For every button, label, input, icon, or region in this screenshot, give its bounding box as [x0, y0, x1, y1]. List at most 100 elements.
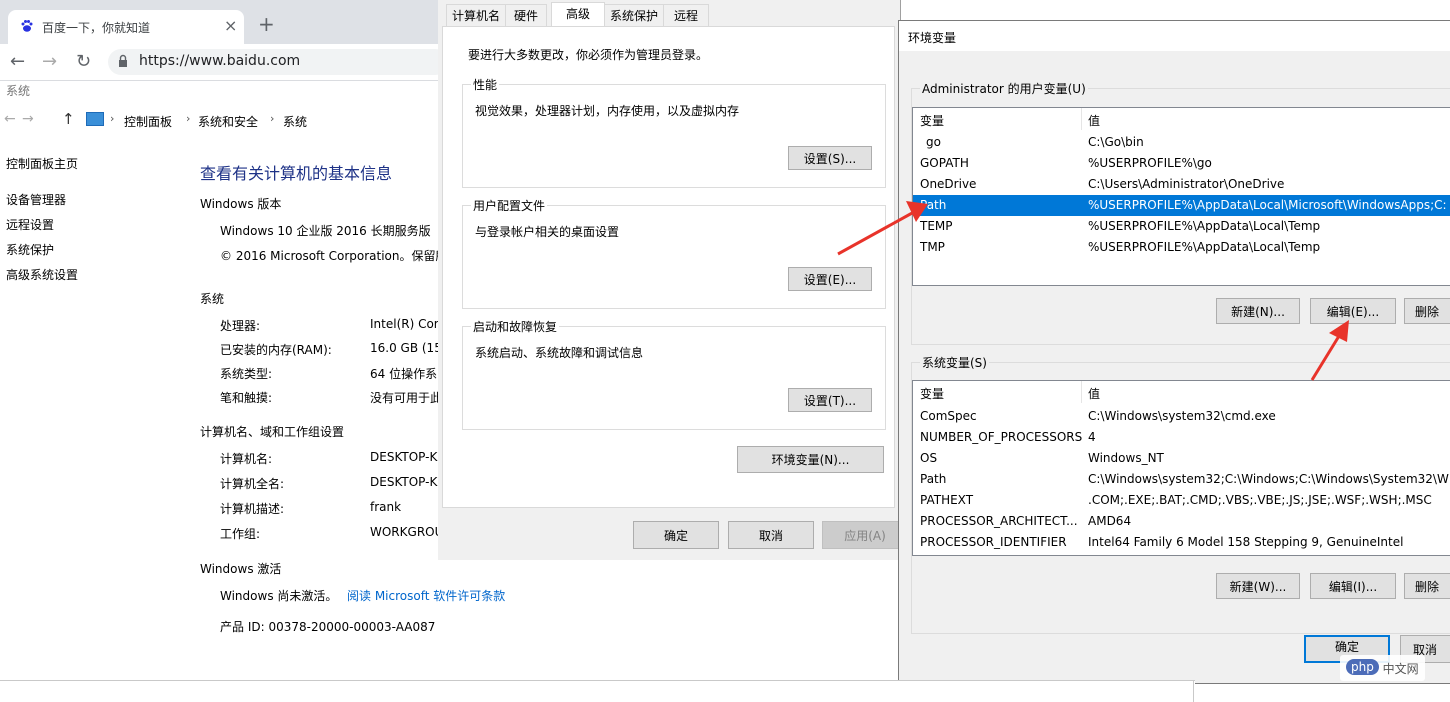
info-value: 没有可用于此 [370, 391, 443, 405]
info-label: 计算机名: [220, 452, 273, 466]
group-startup-recovery: 启动和故障恢复 系统启动、系统故障和调试信息 设置(T)... [462, 318, 886, 430]
performance-settings-button[interactable]: 设置(S)... [788, 146, 872, 170]
info-value: 16.0 GB (15 [370, 341, 442, 355]
license-terms-link[interactable]: 阅读 Microsoft 软件许可条款 [347, 587, 505, 604]
user-variables-list[interactable]: 变量 值 go C:\Go\bin GOPATH %USERPROFILE%\g… [912, 107, 1450, 286]
environment-variables-dialog: 环境变量 Administrator 的用户变量(U) 变量 值 go C:\G… [898, 20, 1450, 684]
apply-button[interactable]: 应用(A) [822, 521, 900, 549]
list-item[interactable]: GOPATH %USERPROFILE%\go [913, 153, 1450, 174]
tab-hardware[interactable]: 硬件 [505, 4, 547, 27]
info-label: 系统类型: [220, 367, 273, 381]
var-value: C:\Users\Administrator\OneDrive [1088, 177, 1285, 191]
sidebar-system-protection[interactable]: 系统保护 [6, 241, 54, 258]
profile-settings-button[interactable]: 设置(E)... [788, 267, 872, 291]
list-item[interactable]: PATHEXT .COM;.EXE;.BAT;.CMD;.VBS;.VBE;.J… [913, 490, 1450, 511]
cancel-button[interactable]: 取消 [728, 521, 814, 549]
sidebar-device-manager[interactable]: 设备管理器 [6, 191, 66, 208]
var-value: C:\Windows\system32\cmd.exe [1088, 409, 1276, 423]
page-title: 查看有关计算机的基本信息 [200, 164, 393, 183]
breadcrumb-separator-icon: › [110, 112, 115, 125]
system-delete-button[interactable]: 删除 [1404, 573, 1450, 599]
sidebar-remote-settings[interactable]: 远程设置 [6, 216, 54, 233]
browser-tabstrip: 百度一下，你就知道 × + [0, 0, 440, 44]
sidebar-advanced-settings[interactable]: 高级系统设置 [6, 266, 78, 283]
close-tab-icon[interactable]: × [224, 16, 237, 35]
list-item-selected[interactable]: Path %USERPROFILE%\AppData\Local\Microso… [913, 195, 1450, 216]
user-edit-button[interactable]: 编辑(E)... [1310, 298, 1396, 324]
var-value: %USERPROFILE%\AppData\Local\Microsoft\Wi… [1088, 198, 1447, 212]
tab-remote[interactable]: 远程 [663, 4, 709, 27]
var-name: TEMP [920, 219, 953, 233]
list-header: 变量 值 [913, 108, 1450, 130]
php-logo-icon: php [1346, 659, 1379, 675]
group-title: 启动和故障恢复 [471, 318, 560, 335]
list-item[interactable]: TMP %USERPROFILE%\AppData\Local\Temp [913, 237, 1450, 258]
tab-computer-name[interactable]: 计算机名 [446, 4, 506, 27]
sidebar-control-panel-home[interactable]: 控制面板主页 [6, 155, 78, 172]
edition-name: Windows 10 企业版 2016 长期服务版 [220, 224, 431, 238]
breadcrumb-system[interactable]: 系统 [283, 113, 307, 130]
info-value: DESKTOP-K [370, 475, 438, 489]
var-name: PROCESSOR_IDENTIFIER [920, 535, 1067, 549]
list-header: 变量 值 [913, 381, 1450, 403]
system-edit-button[interactable]: 编辑(I)... [1310, 573, 1396, 599]
list-item[interactable]: PROCESSOR_ARCHITECT... AMD64 [913, 511, 1450, 532]
column-value[interactable]: 值 [1088, 112, 1100, 129]
new-tab-icon[interactable]: + [258, 12, 275, 36]
breadcrumb-system-security[interactable]: 系统和安全 [198, 113, 258, 130]
forward-arrow-icon[interactable]: → [42, 51, 57, 72]
list-item[interactable]: OneDrive C:\Users\Administrator\OneDrive [913, 174, 1450, 195]
user-delete-button[interactable]: 删除 [1404, 298, 1450, 324]
list-item[interactable]: go C:\Go\bin [913, 132, 1450, 153]
tab-advanced[interactable]: 高级 [551, 2, 605, 28]
user-new-button[interactable]: 新建(N)... [1216, 298, 1300, 324]
var-name: OS [920, 451, 938, 465]
advanced-tab-page: 要进行大多数更改，你必须作为管理员登录。 性能 视觉效果，处理器计划，内存使用，… [442, 26, 895, 508]
list-item[interactable]: ComSpec C:\Windows\system32\cmd.exe [913, 406, 1450, 427]
var-name: Path [920, 198, 947, 212]
browser-toolbar: ← → ↻ https://www.baidu.com [0, 44, 448, 81]
watermark: php 中文网 [1340, 655, 1425, 681]
dialog-titlebar: 环境变量 [899, 21, 1450, 51]
column-variable[interactable]: 变量 [920, 385, 944, 402]
system-new-button[interactable]: 新建(W)... [1216, 573, 1300, 599]
list-item[interactable]: Path C:\Windows\system32;C:\Windows;C:\W… [913, 469, 1450, 490]
system-variables-list[interactable]: 变量 值 ComSpec C:\Windows\system32\cmd.exe… [912, 380, 1450, 556]
browser-tab[interactable]: 百度一下，你就知道 × [8, 10, 244, 44]
address-bar[interactable]: https://www.baidu.com [108, 49, 448, 75]
column-variable[interactable]: 变量 [920, 112, 944, 129]
group-description: 系统启动、系统故障和调试信息 [475, 346, 644, 360]
edition-copyright: © 2016 Microsoft Corporation。保留所 [220, 249, 448, 263]
reload-icon[interactable]: ↻ [76, 51, 91, 72]
startup-settings-button[interactable]: 设置(T)... [788, 388, 872, 412]
watermark-text: 中文网 [1382, 662, 1419, 676]
ok-button[interactable]: 确定 [633, 521, 719, 549]
list-item[interactable]: TEMP %USERPROFILE%\AppData\Local\Temp [913, 216, 1450, 237]
list-item[interactable]: PROCESSOR_IDENTIFIER Intel64 Family 6 Mo… [913, 532, 1450, 553]
group-description: 与登录帐户相关的桌面设置 [475, 225, 620, 239]
var-value: %USERPROFILE%\AppData\Local\Temp [1088, 240, 1321, 254]
column-value[interactable]: 值 [1088, 385, 1100, 402]
tab-system-protection[interactable]: 系统保护 [604, 4, 664, 27]
lock-icon [119, 54, 127, 67]
info-label: 工作组: [220, 527, 261, 541]
group-description: 视觉效果，处理器计划，内存使用，以及虚拟内存 [475, 104, 740, 118]
back-arrow-icon[interactable]: ← [10, 51, 25, 72]
list-item[interactable]: OS Windows_NT [913, 448, 1450, 469]
info-value: frank [370, 500, 402, 514]
window-bottom-edge [0, 680, 1195, 702]
info-value: DESKTOP-K [370, 450, 438, 464]
group-title: 用户配置文件 [471, 197, 548, 214]
nav-forward-icon[interactable]: → [22, 111, 34, 127]
breadcrumb-control-panel[interactable]: 控制面板 [124, 113, 172, 130]
nav-up-icon[interactable]: ↑ [62, 110, 75, 128]
var-name: TMP [920, 240, 945, 254]
list-item[interactable]: NUMBER_OF_PROCESSORS 4 [913, 427, 1450, 448]
var-name: OneDrive [920, 177, 977, 191]
section-computer-name: 计算机名、域和工作组设置 [200, 425, 345, 439]
system-window-title: 系统 [6, 84, 31, 98]
var-value: .COM;.EXE;.BAT;.CMD;.VBS;.VBE;.JS;.JSE;.… [1088, 493, 1432, 507]
nav-back-icon[interactable]: ← [4, 111, 16, 127]
var-value: %USERPROFILE%\go [1088, 156, 1212, 170]
environment-variables-button[interactable]: 环境变量(N)... [737, 446, 884, 473]
